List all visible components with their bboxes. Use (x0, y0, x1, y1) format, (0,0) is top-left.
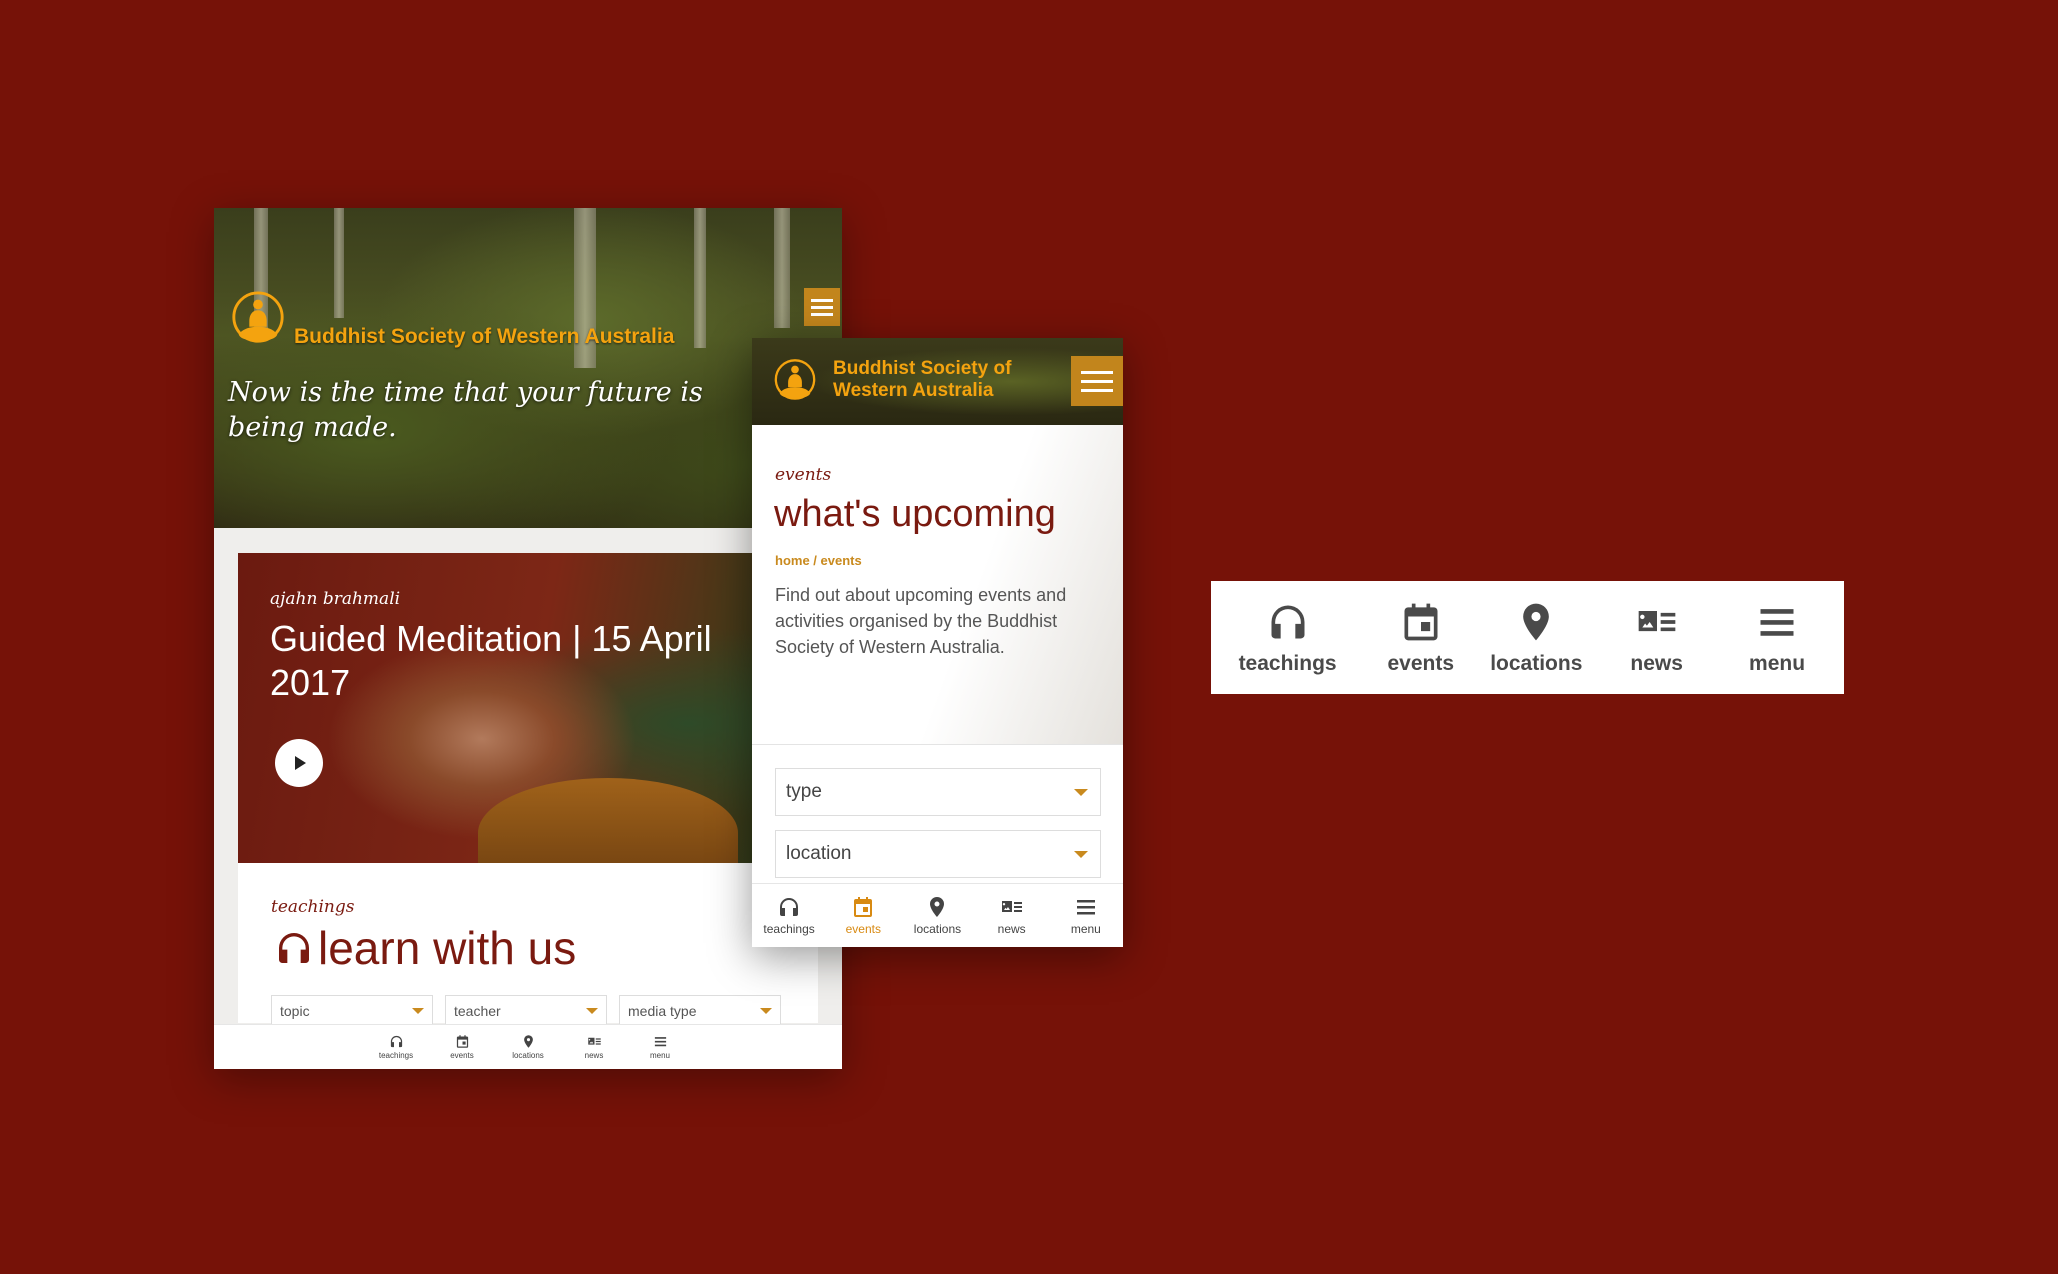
headphones-icon (389, 1034, 404, 1049)
bottom-nav-medium: teachings events locations news menu (752, 883, 1123, 947)
nav-menu[interactable]: menu (1724, 600, 1830, 676)
breadcrumb[interactable]: home / events (775, 553, 862, 568)
section-kicker: teachings (271, 897, 355, 917)
hero-tagline: Now is the time that your future is bein… (228, 377, 703, 443)
play-button[interactable] (275, 739, 323, 787)
video-title[interactable]: Guided Meditation | 15 April 2017 (270, 617, 768, 705)
nav-news[interactable]: news (977, 895, 1047, 936)
headphones-icon (1266, 600, 1310, 644)
chevron-down-icon (412, 1008, 424, 1014)
nav-teachings[interactable]: teachings (1225, 600, 1350, 676)
nav-menu[interactable]: menu (641, 1034, 679, 1060)
nav-locations[interactable]: locations (1483, 600, 1589, 676)
nav-events[interactable]: events (1358, 600, 1483, 676)
video-thumbnail (478, 778, 738, 863)
site-name[interactable]: Buddhist Society of Western Australia (294, 325, 674, 349)
play-icon (295, 756, 306, 770)
nav-locations[interactable]: locations (902, 895, 972, 936)
type-select[interactable]: type (775, 768, 1101, 816)
teachings-section: teachings learn with us topic teacher me… (238, 863, 818, 1027)
media-type-select[interactable]: media type (619, 995, 781, 1027)
nav-locations[interactable]: locations (509, 1034, 547, 1060)
divider (752, 744, 1123, 745)
nav-news[interactable]: news (575, 1034, 613, 1060)
hamburger-icon (1074, 895, 1098, 919)
hamburger-menu-button[interactable] (804, 288, 840, 326)
page-title: what's upcoming (774, 493, 1056, 535)
nav-events[interactable]: events (828, 895, 898, 936)
nav-menu[interactable]: menu (1051, 895, 1121, 936)
hamburger-icon (653, 1034, 668, 1049)
news-icon (587, 1034, 602, 1049)
hero-banner: Buddhist Society of Western Australia No… (214, 208, 842, 528)
calendar-icon (851, 895, 875, 919)
buddha-logo-icon[interactable] (772, 358, 818, 404)
chevron-down-icon (1074, 788, 1088, 796)
video-author: ajahn brahmali (270, 589, 401, 609)
page-description: Find out about upcoming events and activ… (775, 585, 1067, 657)
map-pin-icon (925, 895, 949, 919)
teacher-select[interactable]: teacher (445, 995, 607, 1027)
bottom-nav-large: teachings events locations news menu (1211, 581, 1844, 694)
header-banner: Buddhist Society of Western Australia (752, 338, 1123, 425)
hamburger-icon (1755, 600, 1799, 644)
chevron-down-icon (586, 1008, 598, 1014)
featured-video-card[interactable]: ajahn brahmali Guided Meditation | 15 Ap… (238, 553, 768, 863)
map-pin-icon (1514, 600, 1558, 644)
topic-select[interactable]: topic (271, 995, 433, 1027)
nav-teachings[interactable]: teachings (377, 1034, 415, 1060)
hamburger-menu-button[interactable] (1071, 356, 1123, 406)
site-name[interactable]: Buddhist Society of Western Australia (833, 358, 1033, 402)
news-icon (1000, 895, 1024, 919)
news-icon (1635, 600, 1679, 644)
calendar-icon (1399, 600, 1443, 644)
events-screen: Buddhist Society of Western Australia ev… (752, 338, 1123, 947)
nav-news[interactable]: news (1589, 600, 1724, 676)
teaching-filters: topic teacher media type (271, 995, 781, 1027)
headphones-icon (777, 895, 801, 919)
nav-events[interactable]: events (443, 1034, 481, 1060)
section-kicker: events (775, 465, 832, 485)
home-screen: Buddhist Society of Western Australia No… (214, 208, 842, 1069)
nav-teachings[interactable]: teachings (754, 895, 824, 936)
location-select[interactable]: location (775, 830, 1101, 878)
chevron-down-icon (1074, 850, 1088, 858)
map-pin-icon (521, 1034, 536, 1049)
headphones-icon (274, 928, 314, 968)
calendar-icon (455, 1034, 470, 1049)
chevron-down-icon (760, 1008, 772, 1014)
section-title-text: learn with us (318, 922, 577, 974)
bottom-nav-small: teachings events locations news menu (214, 1024, 842, 1069)
events-header: events what's upcoming home / events Fin… (752, 425, 1123, 745)
buddha-logo-icon[interactable] (229, 290, 287, 348)
section-title: learn with us (274, 921, 576, 975)
